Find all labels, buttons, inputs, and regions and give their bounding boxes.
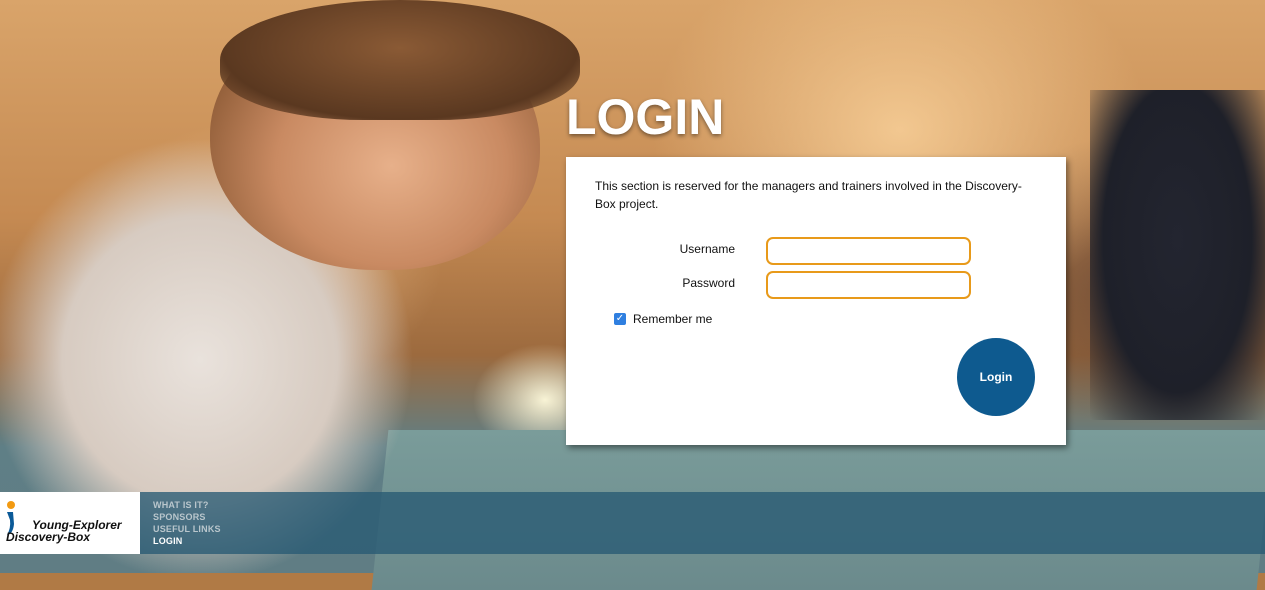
background-child-hair	[220, 0, 580, 120]
nav-item-sponsors[interactable]: SPONSORS	[153, 511, 221, 523]
page-title: LOGIN	[566, 89, 725, 145]
remember-me-label: Remember me	[633, 312, 713, 326]
nav-item-useful-links[interactable]: USEFUL LINKS	[153, 523, 221, 535]
checkmark-icon: ✓	[615, 313, 625, 324]
logo-line-2: Discovery-Box	[6, 530, 91, 544]
background-person	[1090, 90, 1265, 420]
remember-me-row[interactable]: ✓ Remember me	[614, 312, 712, 326]
nav-item-what-is-it[interactable]: WHAT IS IT?	[153, 499, 221, 511]
footer-nav: WHAT IS IT? SPONSORS USEFUL LINKS LOGIN	[153, 499, 221, 547]
login-intro-text: This section is reserved for the manager…	[595, 179, 1022, 211]
remember-me-checkbox[interactable]: ✓	[614, 313, 626, 325]
login-panel: This section is reserved for the manager…	[566, 157, 1066, 445]
password-input[interactable]	[766, 271, 971, 299]
username-label: Username	[679, 242, 735, 256]
site-logo[interactable]: Young-Explorer Discovery-Box	[0, 492, 140, 554]
username-input[interactable]	[766, 237, 971, 265]
login-button[interactable]: Login	[957, 338, 1035, 416]
password-label: Password	[682, 276, 735, 290]
nav-item-login[interactable]: LOGIN	[153, 535, 221, 547]
